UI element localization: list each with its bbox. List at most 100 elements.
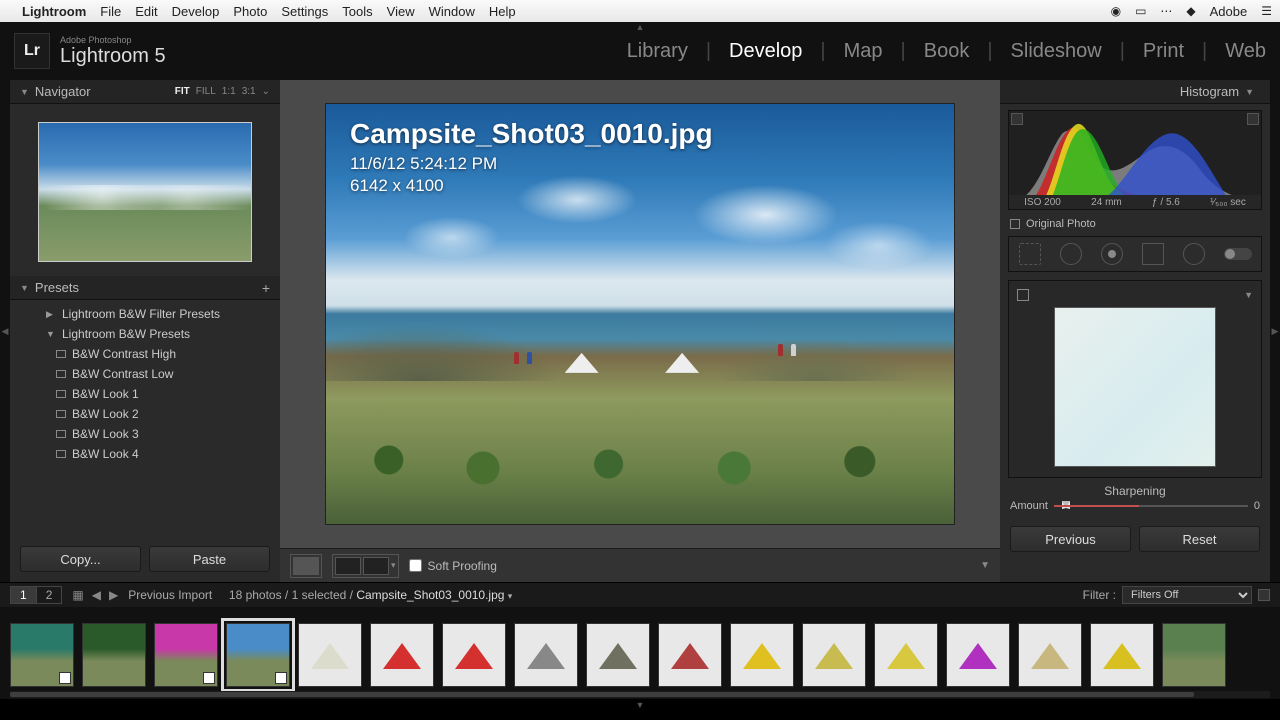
- filmstrip-thumbnail[interactable]: •: [802, 623, 866, 687]
- paste-settings-button[interactable]: Paste: [149, 546, 270, 572]
- preset-item[interactable]: B&W Contrast Low: [10, 364, 280, 384]
- menu-extra-icon[interactable]: ⋯: [1160, 4, 1172, 18]
- zoom-3to1[interactable]: 3:1: [242, 86, 256, 97]
- menu-photo[interactable]: Photo: [233, 4, 267, 19]
- detail-target-icon[interactable]: [1017, 289, 1029, 301]
- spot-removal-tool-icon[interactable]: [1060, 243, 1082, 265]
- image-canvas[interactable]: Campsite_Shot03_0010.jpg 11/6/12 5:24:12…: [326, 104, 954, 524]
- filmstrip-scrollbar[interactable]: [10, 691, 1270, 698]
- disclosure-icon[interactable]: ▼: [1244, 290, 1253, 300]
- radial-filter-tool-icon[interactable]: [1183, 243, 1205, 265]
- menu-develop[interactable]: Develop: [172, 4, 220, 19]
- zoom-fill[interactable]: FILL: [196, 86, 216, 97]
- screen-icon[interactable]: ▭: [1135, 4, 1146, 18]
- reset-button[interactable]: Reset: [1139, 526, 1260, 552]
- filmstrip-thumbnail[interactable]: •: [586, 623, 650, 687]
- zoom-fit[interactable]: FIT: [175, 86, 190, 97]
- preset-item[interactable]: B&W Contrast High: [10, 344, 280, 364]
- flag-icon[interactable]: [59, 672, 71, 684]
- secondary-display-button[interactable]: 2: [37, 587, 62, 603]
- crop-tool-icon[interactable]: [1019, 243, 1041, 265]
- preset-item[interactable]: B&W Look 1: [10, 384, 280, 404]
- soft-proofing-checkbox[interactable]: [409, 559, 422, 572]
- preset-item[interactable]: B&W Look 3: [10, 424, 280, 444]
- filmstrip-thumbnail[interactable]: •: [514, 623, 578, 687]
- filmstrip-thumbnail[interactable]: •: [946, 623, 1010, 687]
- detail-preview[interactable]: [1054, 307, 1216, 467]
- list-icon[interactable]: ☰: [1261, 4, 1272, 18]
- menu-file[interactable]: File: [100, 4, 121, 19]
- filter-select[interactable]: Filters Off: [1122, 586, 1252, 604]
- module-slideshow[interactable]: Slideshow: [1011, 40, 1102, 63]
- module-library[interactable]: Library: [627, 40, 688, 63]
- breadcrumb-menu-icon[interactable]: ▾: [508, 591, 513, 601]
- original-photo-checkbox[interactable]: [1010, 219, 1020, 229]
- preset-group[interactable]: ▶Lightroom B&W Filter Presets: [10, 304, 280, 324]
- left-panel-collapse-icon[interactable]: ◀: [0, 80, 10, 582]
- module-print[interactable]: Print: [1143, 40, 1184, 63]
- before-after-lr-button[interactable]: [335, 557, 361, 575]
- nav-back-icon[interactable]: ◀: [92, 588, 101, 602]
- sharpening-amount-slider[interactable]: Amount 0: [1000, 498, 1270, 512]
- flag-icon[interactable]: [203, 672, 215, 684]
- filmstrip-thumbnail[interactable]: •: [82, 623, 146, 687]
- before-after-menu-icon[interactable]: ▾: [391, 560, 396, 571]
- filmstrip[interactable]: •••••••••••••••••: [0, 607, 1280, 699]
- navigator-panel-header[interactable]: ▼ Navigator FIT FILL 1:1 3:1 ⌄: [10, 80, 280, 104]
- add-preset-icon[interactable]: +: [262, 280, 270, 296]
- zoom-menu-icon[interactable]: ⌄: [262, 86, 270, 97]
- filmstrip-thumbnail[interactable]: •: [10, 623, 74, 687]
- filmstrip-thumbnail[interactable]: •: [442, 623, 506, 687]
- filmstrip-thumbnail[interactable]: •: [154, 623, 218, 687]
- filmstrip-thumbnail[interactable]: •: [874, 623, 938, 687]
- disclosure-icon[interactable]: ▼: [1245, 87, 1254, 97]
- presets-panel-header[interactable]: ▼ Presets +: [10, 276, 280, 300]
- before-after-tb-button[interactable]: [363, 557, 389, 575]
- module-develop[interactable]: Develop: [729, 40, 802, 63]
- menu-tools[interactable]: Tools: [342, 4, 372, 19]
- grid-view-icon[interactable]: ▦: [72, 588, 83, 602]
- filmstrip-thumbnail[interactable]: •: [370, 623, 434, 687]
- filter-lock-icon[interactable]: [1258, 589, 1270, 601]
- filmstrip-thumbnail[interactable]: •: [1162, 623, 1226, 687]
- right-panel-collapse-icon[interactable]: ▶: [1270, 80, 1280, 582]
- adjustment-brush-tool-icon[interactable]: [1224, 248, 1252, 260]
- disclosure-icon[interactable]: ▼: [20, 283, 29, 293]
- menubar-app-name[interactable]: Lightroom: [22, 4, 86, 19]
- preset-item[interactable]: B&W Look 4: [10, 444, 280, 464]
- histogram[interactable]: ISO 200 24 mm ƒ / 5.6 ¹⁄₅₀₀ sec: [1008, 110, 1262, 210]
- flag-icon[interactable]: [275, 672, 287, 684]
- disclosure-icon[interactable]: ▼: [20, 87, 29, 97]
- module-book[interactable]: Book: [924, 40, 970, 63]
- filmstrip-thumbnail[interactable]: •: [730, 623, 794, 687]
- preset-group[interactable]: ▼Lightroom B&W Presets: [10, 324, 280, 344]
- primary-display-button[interactable]: 1: [11, 587, 37, 603]
- filmstrip-thumbnail[interactable]: •: [298, 623, 362, 687]
- menu-view[interactable]: View: [387, 4, 415, 19]
- copy-settings-button[interactable]: Copy...: [20, 546, 141, 572]
- menu-settings[interactable]: Settings: [281, 4, 328, 19]
- zoom-1to1[interactable]: 1:1: [222, 86, 236, 97]
- bottom-panel-disclosure-icon[interactable]: ▼: [0, 699, 1280, 711]
- preset-item[interactable]: B&W Look 2: [10, 404, 280, 424]
- top-panel-disclosure-icon[interactable]: ▲: [636, 22, 645, 32]
- module-web[interactable]: Web: [1225, 40, 1266, 63]
- filmstrip-thumbnail[interactable]: •: [1090, 623, 1154, 687]
- filmstrip-thumbnail[interactable]: •: [1018, 623, 1082, 687]
- navigator-preview[interactable]: [38, 122, 252, 262]
- source-breadcrumb[interactable]: Previous Import 18 photos / 1 selected /…: [128, 588, 512, 602]
- menu-edit[interactable]: Edit: [135, 4, 157, 19]
- redeye-tool-icon[interactable]: [1101, 243, 1123, 265]
- menu-window[interactable]: Window: [429, 4, 475, 19]
- previous-button[interactable]: Previous: [1010, 526, 1131, 552]
- cloud-sync-icon[interactable]: ◉: [1111, 4, 1121, 18]
- loupe-view-button[interactable]: [293, 557, 319, 575]
- filmstrip-thumbnail[interactable]: •: [226, 623, 290, 687]
- toolbar-menu-icon[interactable]: ▼: [980, 560, 990, 571]
- histogram-panel-header[interactable]: Histogram ▼: [1000, 80, 1270, 104]
- module-map[interactable]: Map: [844, 40, 883, 63]
- menu-help[interactable]: Help: [489, 4, 516, 19]
- filmstrip-thumbnail[interactable]: •: [658, 623, 722, 687]
- graduated-filter-tool-icon[interactable]: [1142, 243, 1164, 265]
- nav-forward-icon[interactable]: ▶: [109, 588, 118, 602]
